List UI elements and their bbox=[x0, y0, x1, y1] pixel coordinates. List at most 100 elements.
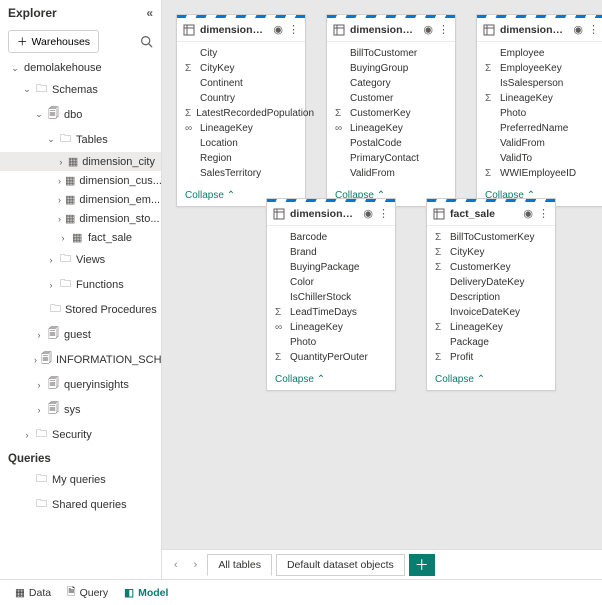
table-field[interactable]: ΣLeadTimeDays bbox=[267, 305, 395, 320]
tree-sprocs[interactable]: 🗀Stored Procedures bbox=[0, 297, 161, 322]
table-card[interactable]: dimension_stock_item ◉ ⋮ BarcodeBrandBuying… bbox=[266, 198, 396, 391]
more-icon[interactable]: ⋮ bbox=[378, 207, 389, 220]
collapse-link[interactable]: Collapse ⌃ bbox=[427, 369, 555, 390]
table-field[interactable]: Continent bbox=[177, 76, 305, 91]
table-field[interactable]: ValidTo bbox=[477, 151, 602, 166]
table-field[interactable]: ∞LineageKey bbox=[267, 320, 395, 335]
tab-all-tables[interactable]: All tables bbox=[207, 554, 272, 576]
table-field[interactable]: ΣBillToCustomerKey bbox=[427, 230, 555, 245]
tree-root[interactable]: ⌄demolakehouse bbox=[0, 59, 161, 77]
visibility-icon[interactable]: ◉ bbox=[423, 23, 433, 36]
table-field[interactable]: ∞LineageKey bbox=[177, 121, 305, 136]
tree-sys[interactable]: ›🗐sys bbox=[0, 397, 161, 422]
table-field[interactable]: ValidFrom bbox=[327, 166, 455, 181]
tree-table-item[interactable]: ›▦dimension_sto... bbox=[0, 209, 161, 228]
table-field[interactable]: BuyingGroup bbox=[327, 61, 455, 76]
table-field[interactable]: IsChillerStock bbox=[267, 290, 395, 305]
table-field[interactable]: DeliveryDateKey bbox=[427, 275, 555, 290]
warehouses-button[interactable]: ＋ Warehouses bbox=[8, 30, 99, 53]
table-card[interactable]: dimension_customer◉⋮BillToCustomerBuying… bbox=[326, 14, 456, 207]
table-field[interactable]: City bbox=[177, 46, 305, 61]
field-name: QuantityPerOuter bbox=[290, 352, 368, 363]
table-field[interactable]: Employee bbox=[477, 46, 602, 61]
search-icon[interactable] bbox=[140, 35, 153, 48]
table-card[interactable]: dimension_employee◉⋮EmployeeΣEmployeeKey… bbox=[476, 14, 602, 207]
visibility-icon[interactable]: ◉ bbox=[363, 207, 373, 220]
field-name: ValidTo bbox=[500, 153, 532, 164]
table-field[interactable]: Location bbox=[177, 136, 305, 151]
more-icon[interactable]: ⋮ bbox=[288, 23, 299, 36]
table-field[interactable]: Customer bbox=[327, 91, 455, 106]
table-field[interactable]: ΣWWIEmployeeID bbox=[477, 166, 602, 181]
table-field[interactable]: ΣProfit bbox=[427, 350, 555, 365]
queries-heading: Queries bbox=[0, 447, 161, 467]
tree-queryinsights[interactable]: ›🗐queryinsights bbox=[0, 372, 161, 397]
table-field[interactable]: BillToCustomer bbox=[327, 46, 455, 61]
view-data[interactable]: ▦Data bbox=[8, 584, 58, 602]
collapse-link[interactable]: Collapse ⌃ bbox=[267, 369, 395, 390]
tree-my-queries[interactable]: 🗀My queries bbox=[0, 467, 161, 492]
view-query[interactable]: 🗎Query bbox=[60, 581, 115, 605]
tree-tables[interactable]: ⌄🗀Tables bbox=[0, 127, 161, 152]
table-field[interactable]: ΣCustomerKey bbox=[327, 106, 455, 121]
table-icon bbox=[273, 208, 285, 220]
model-canvas[interactable]: dimension_city◉⋮CityΣCityKeyContinentCou… bbox=[162, 0, 602, 579]
table-field[interactable]: Region bbox=[177, 151, 305, 166]
table-field[interactable]: ΣCityKey bbox=[177, 61, 305, 76]
tree-schemas[interactable]: ⌄🗀Schemas bbox=[0, 77, 161, 102]
add-tab-button[interactable]: ＋ bbox=[409, 554, 435, 576]
tree-security[interactable]: ›🗀Security bbox=[0, 422, 161, 447]
table-field[interactable]: IsSalesperson bbox=[477, 76, 602, 91]
tab-default-dataset[interactable]: Default dataset objects bbox=[276, 554, 405, 576]
tree-info-schema[interactable]: ›🗐INFORMATION_SCHEMA bbox=[0, 347, 161, 372]
tree-table-item[interactable]: ›▦dimension_city bbox=[0, 152, 161, 171]
table-field[interactable]: ΣLineageKey bbox=[427, 320, 555, 335]
tree-dbo[interactable]: ⌄🗐dbo bbox=[0, 102, 161, 127]
table-field[interactable]: Photo bbox=[477, 106, 602, 121]
tree-table-item[interactable]: ›▦dimension_em... bbox=[0, 190, 161, 209]
table-field[interactable]: SalesTerritory bbox=[177, 166, 305, 181]
tree-views[interactable]: ›🗀Views bbox=[0, 247, 161, 272]
tab-scroll-right-icon[interactable]: › bbox=[188, 559, 204, 571]
table-field[interactable]: InvoiceDateKey bbox=[427, 305, 555, 320]
table-field[interactable]: ΣLineageKey bbox=[477, 91, 602, 106]
tree-guest[interactable]: ›🗐guest bbox=[0, 322, 161, 347]
tree-functions[interactable]: ›🗀Functions bbox=[0, 272, 161, 297]
view-model[interactable]: ◧Model bbox=[117, 584, 175, 602]
field-name: Customer bbox=[350, 93, 393, 104]
tree-shared-queries[interactable]: 🗀Shared queries bbox=[0, 492, 161, 517]
tree-table-item[interactable]: ›▦dimension_cus... bbox=[0, 171, 161, 190]
table-field[interactable]: PrimaryContact bbox=[327, 151, 455, 166]
table-field[interactable]: ∞LineageKey bbox=[327, 121, 455, 136]
table-card-title: dimension_stock_item bbox=[290, 208, 358, 220]
collapse-sidebar-icon[interactable]: « bbox=[146, 6, 153, 20]
table-field[interactable]: BuyingPackage bbox=[267, 260, 395, 275]
table-field[interactable]: Photo bbox=[267, 335, 395, 350]
field-name: Employee bbox=[500, 48, 544, 59]
tree-table-item[interactable]: ›▦fact_sale bbox=[0, 228, 161, 247]
table-field[interactable]: ΣCityKey bbox=[427, 245, 555, 260]
table-field[interactable]: ΣCustomerKey bbox=[427, 260, 555, 275]
visibility-icon[interactable]: ◉ bbox=[523, 207, 533, 220]
table-field[interactable]: Color bbox=[267, 275, 395, 290]
more-icon[interactable]: ⋮ bbox=[538, 207, 549, 220]
more-icon[interactable]: ⋮ bbox=[588, 23, 599, 36]
table-field[interactable]: Brand bbox=[267, 245, 395, 260]
table-field[interactable]: Category bbox=[327, 76, 455, 91]
visibility-icon[interactable]: ◉ bbox=[573, 23, 583, 36]
table-field[interactable]: Barcode bbox=[267, 230, 395, 245]
table-field[interactable]: PostalCode bbox=[327, 136, 455, 151]
table-card[interactable]: dimension_city◉⋮CityΣCityKeyContinentCou… bbox=[176, 14, 306, 207]
more-icon[interactable]: ⋮ bbox=[438, 23, 449, 36]
table-field[interactable]: Country bbox=[177, 91, 305, 106]
tab-scroll-left-icon[interactable]: ‹ bbox=[168, 559, 184, 571]
table-field[interactable]: ΣEmployeeKey bbox=[477, 61, 602, 76]
table-field[interactable]: PreferredName bbox=[477, 121, 602, 136]
table-field[interactable]: Package bbox=[427, 335, 555, 350]
table-card[interactable]: fact_sale◉⋮ΣBillToCustomerKeyΣCityKeyΣCu… bbox=[426, 198, 556, 391]
table-field[interactable]: ΣQuantityPerOuter bbox=[267, 350, 395, 365]
visibility-icon[interactable]: ◉ bbox=[273, 23, 283, 36]
table-field[interactable]: Description bbox=[427, 290, 555, 305]
table-field[interactable]: ValidFrom bbox=[477, 136, 602, 151]
table-field[interactable]: ΣLatestRecordedPopulation bbox=[177, 106, 305, 121]
